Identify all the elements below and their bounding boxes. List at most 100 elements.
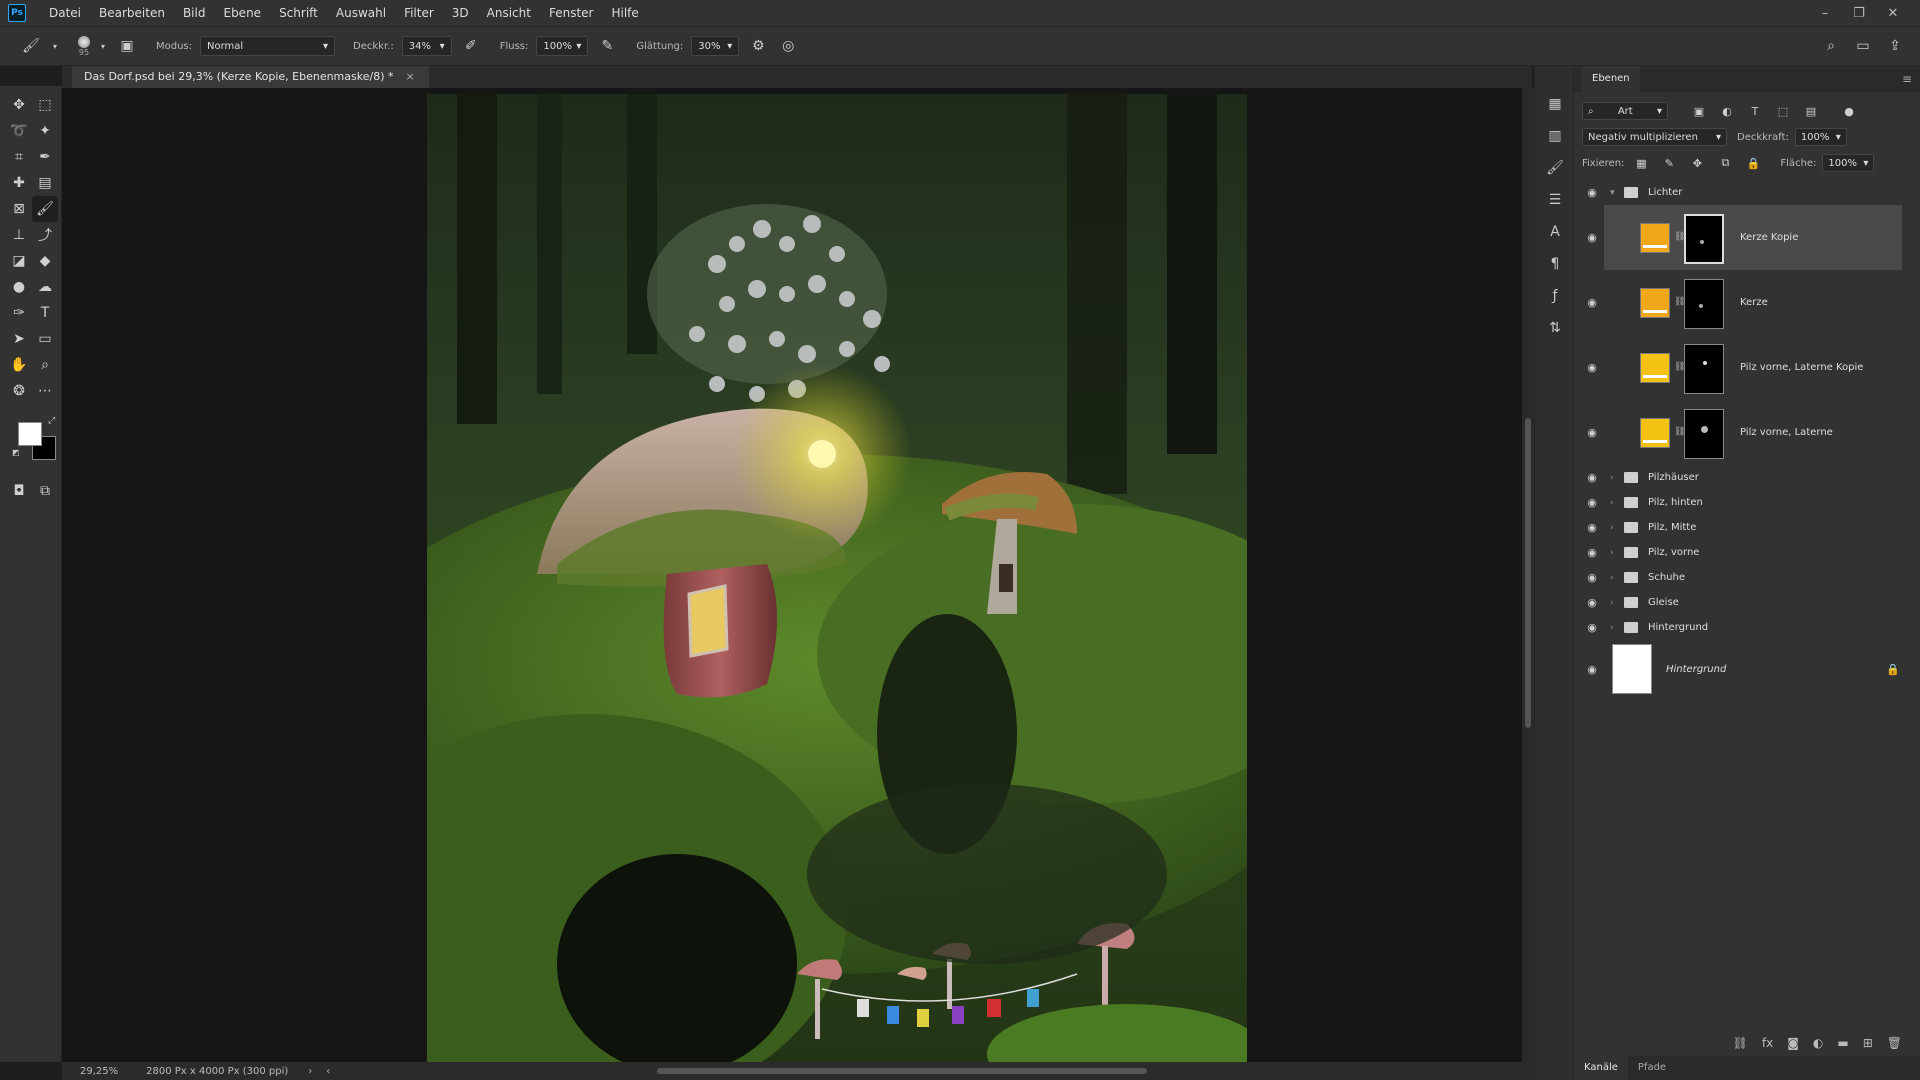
menu-schrift[interactable]: Schrift: [270, 0, 327, 26]
menu-datei[interactable]: Datei: [40, 0, 90, 26]
lock-all-icon[interactable]: 🔒: [1742, 157, 1764, 170]
quick-selection-icon[interactable]: ✦: [32, 118, 58, 144]
brush-tool-icon[interactable]: 🖌: [32, 196, 58, 222]
menu-bearbeiten[interactable]: Bearbeiten: [90, 0, 174, 26]
eye-icon[interactable]: ◉: [1584, 521, 1600, 534]
3d-tool-icon[interactable]: ❂: [6, 378, 32, 404]
close-window-icon[interactable]: ✕: [1876, 6, 1910, 21]
rectangle-tool-icon[interactable]: ▭: [32, 326, 58, 352]
history-brush-icon[interactable]: ⤴: [32, 222, 58, 248]
layer-background[interactable]: ◉ Hintergrund 🔒: [1574, 640, 1920, 698]
layer-group-pilz-hinten[interactable]: ◉ › Pilz, hinten: [1574, 490, 1920, 515]
adjustment-filter-icon[interactable]: ◐: [1716, 105, 1738, 118]
healing-tool-icon[interactable]: ✚: [6, 170, 32, 196]
lock-position-icon[interactable]: ✥: [1686, 157, 1708, 170]
tab-pfade[interactable]: Pfade: [1628, 1056, 1676, 1080]
layer-pilz-vorne-laterne[interactable]: ◉ ⛓ Pilz vorne, Laterne: [1574, 400, 1920, 465]
layer-group-pilz-mitte[interactable]: ◉ › Pilz, Mitte: [1574, 515, 1920, 540]
gear-icon[interactable]: ⚙: [747, 35, 769, 57]
layer-kerze-kopie[interactable]: ◉ ⛓ Kerze Kopie: [1587, 205, 1902, 270]
tab-kanaele[interactable]: Kanäle: [1574, 1056, 1628, 1080]
swap-colors-icon[interactable]: ⤢: [48, 416, 55, 426]
menu-ebene[interactable]: Ebene: [214, 0, 270, 26]
document-canvas[interactable]: [427, 94, 1247, 1064]
layer-group-hintergrund[interactable]: ◉ › Hintergrund: [1574, 615, 1920, 640]
eye-icon[interactable]: ◉: [1584, 546, 1600, 559]
paragraph-icon[interactable]: ¶: [1535, 248, 1575, 280]
opacity-input[interactable]: 100% ▾: [1794, 128, 1847, 146]
layer-group-lichter[interactable]: ◉ ▾ Lichter: [1574, 180, 1920, 205]
close-tab-icon[interactable]: ×: [405, 70, 414, 83]
default-colors-icon[interactable]: ◩: [12, 448, 20, 457]
fx-icon[interactable]: fx: [1762, 1036, 1773, 1050]
canvas-area[interactable]: [62, 88, 1522, 1064]
menu-3d[interactable]: 3D: [443, 0, 478, 26]
crop-tool-icon[interactable]: ⌗: [6, 144, 32, 170]
color-fill-thumbnail[interactable]: [1640, 223, 1670, 253]
tab-ebenen[interactable]: Ebenen: [1582, 66, 1640, 92]
menu-ansicht[interactable]: Ansicht: [478, 0, 540, 26]
layer-group-gleise[interactable]: ◉ › Gleise: [1574, 590, 1920, 615]
glaettung-input[interactable]: 30% ▾: [691, 36, 740, 56]
layer-mask-thumbnail[interactable]: [1684, 214, 1724, 264]
chevron-right-icon[interactable]: ›: [1610, 548, 1614, 558]
menu-fenster[interactable]: Fenster: [540, 0, 603, 26]
dodge-tool-icon[interactable]: ●: [6, 274, 32, 300]
screen-mode-icon[interactable]: ⧉: [32, 478, 58, 504]
bandage-tool-icon[interactable]: ▤: [32, 170, 58, 196]
eye-icon[interactable]: ◉: [1584, 663, 1600, 676]
eye-icon[interactable]: ◉: [1584, 231, 1600, 244]
chevron-right-icon[interactable]: ›: [1610, 473, 1614, 483]
layer-group-pilz-vorne[interactable]: ◉ › Pilz, vorne: [1574, 540, 1920, 565]
eraser-tool-icon[interactable]: ◪: [6, 248, 32, 274]
lock-pixels-icon[interactable]: ✎: [1658, 157, 1680, 170]
quick-mask-icon[interactable]: ◘: [6, 478, 32, 504]
type-filter-icon[interactable]: T: [1744, 105, 1766, 118]
color-fill-thumbnail[interactable]: [1640, 418, 1670, 448]
lock-transparency-icon[interactable]: ▦: [1630, 157, 1652, 170]
link-layers-icon[interactable]: ⛓: [1733, 1036, 1748, 1050]
layer-group-pilzhaeuser[interactable]: ◉ › Pilzhäuser: [1574, 465, 1920, 490]
layer-mask-thumbnail[interactable]: [1684, 409, 1724, 459]
lasso-tool-icon[interactable]: ➰: [6, 118, 32, 144]
deckkraft-input[interactable]: 34% ▾: [401, 36, 452, 56]
eye-icon[interactable]: ◉: [1584, 621, 1600, 634]
lock-artboard-icon[interactable]: ⧉: [1714, 156, 1736, 170]
marquee-tool-icon[interactable]: ⬚: [32, 92, 58, 118]
eye-icon[interactable]: ◉: [1584, 361, 1600, 374]
chevron-right-icon[interactable]: ›: [1610, 573, 1614, 583]
restore-icon[interactable]: ❐: [1842, 6, 1876, 21]
new-layer-icon[interactable]: ⊞: [1863, 1036, 1873, 1050]
move-tool-icon[interactable]: ✥: [6, 92, 32, 118]
chevron-right-icon[interactable]: ›: [1610, 523, 1614, 533]
chevron-right-icon[interactable]: ›: [1610, 623, 1614, 633]
shape-filter-icon[interactable]: ⬚: [1772, 105, 1794, 118]
stamp-tool-icon[interactable]: ⊥: [6, 222, 32, 248]
histogram-icon[interactable]: ▥: [1535, 120, 1575, 152]
workspace-icon[interactable]: ▭: [1852, 35, 1874, 57]
menu-auswahl[interactable]: Auswahl: [327, 0, 395, 26]
pressure-opacity-icon[interactable]: ✐: [460, 35, 482, 57]
foreground-color[interactable]: [18, 422, 42, 446]
libraries-icon[interactable]: ⇅: [1535, 312, 1575, 344]
pixel-filter-icon[interactable]: ▣: [1688, 105, 1710, 118]
menu-filter[interactable]: Filter: [395, 0, 443, 26]
eye-icon[interactable]: ◉: [1584, 186, 1600, 199]
chevron-right-icon[interactable]: ›: [1610, 498, 1614, 508]
chevron-right-icon[interactable]: ›: [1610, 598, 1614, 608]
chevron-right-icon[interactable]: ›: [308, 1066, 312, 1077]
color-fill-thumbnail[interactable]: [1640, 353, 1670, 383]
layer-mask-thumbnail[interactable]: [1684, 344, 1724, 394]
eye-icon[interactable]: ◉: [1584, 596, 1600, 609]
share-icon[interactable]: ⇪: [1884, 35, 1906, 57]
eye-icon[interactable]: ◉: [1584, 296, 1600, 309]
paint-bucket-icon[interactable]: ◆: [32, 248, 58, 274]
blend-mode-select[interactable]: Negativ multiplizieren ▾: [1582, 128, 1727, 146]
background-thumbnail[interactable]: [1612, 644, 1652, 694]
brush-tool-icon[interactable]: 🖌: [20, 35, 42, 57]
brush-settings-icon[interactable]: ▣: [116, 35, 138, 57]
fluss-input[interactable]: 100% ▾: [536, 36, 589, 56]
trash-icon[interactable]: 🗑: [1887, 1036, 1902, 1050]
hand-tool-icon[interactable]: ✋: [6, 352, 32, 378]
zoom-tool-icon[interactable]: ⌕: [32, 352, 58, 378]
